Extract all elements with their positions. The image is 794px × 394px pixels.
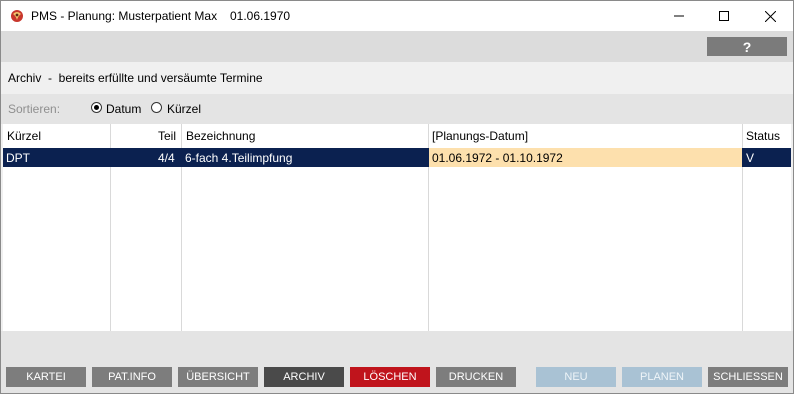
minimize-icon: [674, 15, 684, 17]
maximize-button[interactable]: [701, 1, 747, 31]
column-header-status[interactable]: Status: [746, 129, 780, 143]
neu-button[interactable]: NEU: [536, 367, 616, 387]
column-header-bezeichnung[interactable]: Bezeichnung: [186, 129, 255, 143]
schliessen-button[interactable]: SCHLIESSEN: [708, 367, 788, 387]
cell-datum: 01.06.1972 - 01.10.1972: [432, 151, 563, 165]
table-row[interactable]: DPT 4/4 6-fach 4.Teilimpfung 01.06.1972 …: [3, 148, 791, 167]
cell-kuerzel: DPT: [6, 151, 30, 165]
sort-by-date-radio[interactable]: [91, 102, 102, 113]
help-button[interactable]: ?: [707, 37, 787, 56]
column-header-kuerzel[interactable]: Kürzel: [7, 129, 41, 143]
uebersicht-button[interactable]: ÜBERSICHT: [178, 367, 258, 387]
archive-title: Archiv - bereits erfüllte und versäumte …: [8, 71, 263, 85]
sort-label: Sortieren:: [8, 102, 61, 116]
maximize-icon: [719, 11, 729, 21]
cell-bezeichnung: 6-fach 4.Teilimpfung: [185, 151, 293, 165]
archiv-button[interactable]: ARCHIV: [264, 367, 344, 387]
planning-window: PMS - Planung: Musterpatient Max 01.06.1…: [0, 0, 794, 394]
close-button[interactable]: [747, 1, 793, 31]
title-bar: PMS - Planung: Musterpatient Max 01.06.1…: [1, 1, 793, 31]
planen-button[interactable]: PLANEN: [622, 367, 702, 387]
sort-by-kuerzel-radio[interactable]: [151, 102, 162, 113]
patinfo-button[interactable]: PAT.INFO: [92, 367, 172, 387]
kartei-button[interactable]: KARTEI: [6, 367, 86, 387]
sort-bar: Sortieren: Datum Kürzel: [1, 94, 793, 124]
help-bar: ?: [1, 31, 793, 62]
column-header-datum[interactable]: [Planungs-Datum]: [432, 129, 528, 143]
window-title: PMS - Planung: Musterpatient Max: [31, 9, 218, 23]
radio-selected-dot: [94, 105, 99, 110]
drucken-button[interactable]: DRUCKEN: [436, 367, 516, 387]
loeschen-button[interactable]: LÖSCHEN: [350, 367, 430, 387]
app-logo-icon: [11, 10, 23, 22]
minimize-button[interactable]: [656, 1, 702, 31]
cell-teil: 4/4: [158, 151, 175, 165]
cell-status: V: [746, 151, 755, 165]
appointments-table: Kürzel Teil Bezeichnung [Planungs-Datum]…: [3, 124, 791, 331]
archive-header: Archiv - bereits erfüllte und versäumte …: [1, 62, 793, 94]
column-header-teil[interactable]: Teil: [158, 129, 176, 143]
sort-by-date-label[interactable]: Datum: [106, 102, 141, 116]
close-icon: [764, 10, 776, 22]
sort-by-kuerzel-label[interactable]: Kürzel: [167, 102, 201, 116]
patient-birth-date: 01.06.1970: [230, 9, 291, 23]
